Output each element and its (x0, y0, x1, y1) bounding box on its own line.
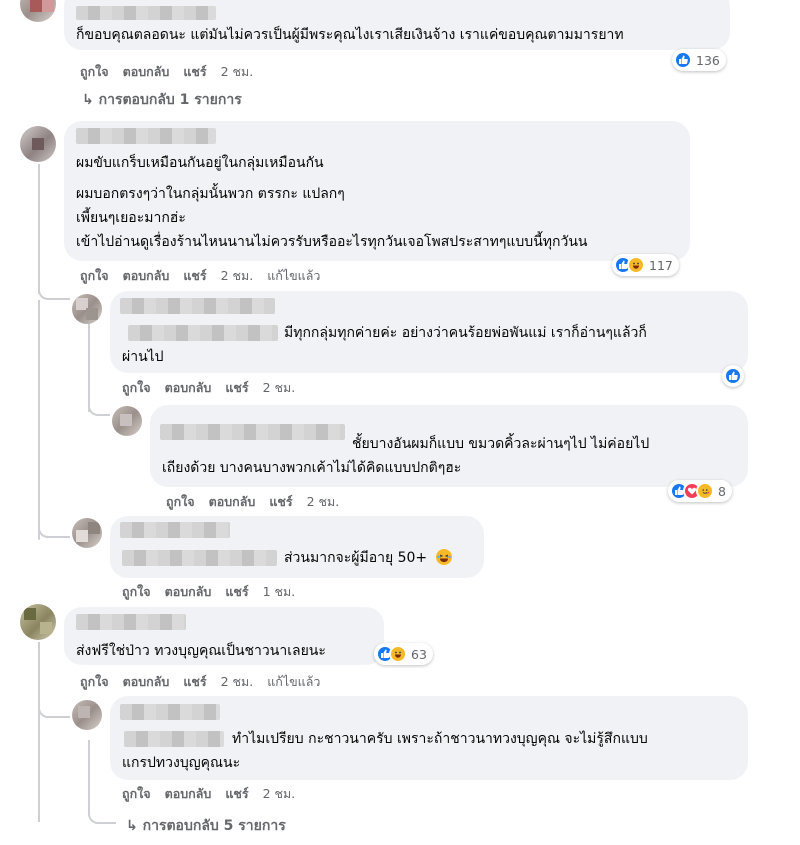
commenter-name-blurred[interactable] (160, 424, 345, 440)
reply-button[interactable]: ตอบกลับ (165, 784, 212, 804)
comment-text: ผมบอกตรงๆว่าในกลุ่มนั้นพวก ตรรกะ แปลกๆ (76, 186, 345, 202)
like-button[interactable]: ถูกใจ (122, 378, 151, 398)
timestamp[interactable]: 1 ชม. (263, 582, 296, 602)
commenter-name-blurred (128, 325, 278, 341)
view-replies-link[interactable]: ↳ การตอบกลับ 5 รายการ (126, 815, 286, 837)
timestamp[interactable]: 2 ชม. (221, 266, 254, 286)
comment-text: เข้าไปอ่านดูเรื่องร้านไหนนานไม่ควรรับหรื… (76, 234, 588, 250)
reply-button[interactable]: ตอบกลับ (165, 378, 212, 398)
comment-text: เถียงด้วย บางคนบางพวกเค้าไม่ได้คิดแบบปกต… (162, 460, 462, 476)
like-button[interactable]: ถูกใจ (80, 266, 109, 286)
avatar[interactable] (72, 518, 102, 548)
timestamp[interactable]: 2 ชม. (307, 492, 340, 512)
comment-text: ผ่านไป (122, 349, 164, 365)
commenter-name-blurred (122, 550, 277, 566)
timestamp[interactable]: 2 ชม. (221, 672, 254, 692)
thread-line (38, 642, 40, 822)
laughing-face-icon (627, 256, 645, 274)
timestamp[interactable]: 2 ชม. (221, 62, 254, 82)
share-button[interactable]: แชร์ (269, 492, 292, 512)
thread-connector (38, 520, 70, 538)
comment-actions: ถูกใจ ตอบกลับ แชร์ 2 ชม. (80, 62, 267, 82)
share-button[interactable]: แชร์ (225, 784, 248, 804)
comment-text: ชั้ยบางอันผมก็แบบ ขมวดคิ้วละผ่านๆไป ไม่ค… (352, 436, 650, 452)
thread-connector (38, 280, 70, 300)
thumbs-up-icon (724, 367, 742, 385)
avatar[interactable] (112, 406, 142, 436)
comment-text: มีทุกกลุ่มทุกค่ายค่ะ อย่างว่าคนร้อยพ่อพั… (284, 325, 647, 341)
comment-text: ทำไมเปรียบ กะชาวนาครับ เพราะถ้าชาวนาทวงบ… (232, 731, 648, 747)
laughing-face-icon (389, 645, 407, 663)
share-button[interactable]: แชร์ (225, 582, 248, 602)
reaction-count: 63 (411, 646, 427, 662)
view-replies-link[interactable]: ↳ การตอบกลับ 1 รายการ (82, 89, 242, 111)
like-button[interactable]: ถูกใจ (166, 492, 195, 512)
commenter-name-blurred[interactable] (120, 522, 230, 538)
like-button[interactable]: ถูกใจ (80, 672, 109, 692)
like-button[interactable]: ถูกใจ (122, 582, 151, 602)
reply-button[interactable]: ตอบกลับ (123, 62, 170, 82)
commenter-name-blurred[interactable] (76, 6, 216, 20)
comment-actions: ถูกใจ ตอบกลับ แชร์ 2 ชม. แก้ไขแล้ว (80, 266, 334, 286)
comment-text: ก็ขอบคุณตลอดนะ แต่มันไม่ควรเป็นผู้มีพระค… (76, 27, 624, 43)
thread-line (88, 322, 90, 412)
reply-arrow-icon: ↳ (126, 818, 138, 834)
laughing-face-icon (435, 549, 452, 565)
comment-text: ผมขับแกร็บเหมือนกันอยู่ในกลุ่มเหมือนกัน (76, 155, 324, 171)
commenter-name-blurred[interactable] (120, 704, 220, 720)
avatar[interactable] (72, 700, 102, 730)
thread-connector (88, 400, 110, 416)
edited-label: แก้ไขแล้ว (267, 674, 321, 689)
avatar[interactable] (20, 126, 56, 162)
reaction-count: 136 (696, 52, 720, 68)
commenter-name-blurred[interactable] (76, 614, 186, 630)
thread-connector (38, 700, 70, 718)
reaction-summary[interactable]: 8 (668, 480, 732, 502)
comment-text: ส่วนมากจะผู้มีอายุ 50+ (284, 547, 452, 569)
edited-label: แก้ไขแล้ว (267, 268, 321, 283)
comment-text: แกรปทวงบุญคุณนะ (122, 755, 241, 771)
commenter-name-blurred[interactable] (76, 128, 216, 144)
like-button[interactable]: ถูกใจ (80, 62, 109, 82)
timestamp[interactable]: 2 ชม. (263, 378, 296, 398)
comment-actions: ถูกใจ ตอบกลับ แชร์ 2 ชม. (122, 784, 309, 804)
comment-actions: ถูกใจ ตอบกลับ แชร์ 1 ชม. (122, 582, 309, 602)
thread-connector (88, 740, 116, 824)
reply-arrow-icon: ↳ (82, 92, 94, 108)
share-button[interactable]: แชร์ (225, 378, 248, 398)
reaction-summary[interactable]: 136 (672, 49, 726, 71)
share-button[interactable]: แชร์ (183, 672, 206, 692)
thread-connector (38, 300, 40, 540)
thumbs-up-icon (674, 51, 692, 69)
like-button[interactable]: ถูกใจ (122, 784, 151, 804)
avatar[interactable] (20, 604, 56, 640)
share-button[interactable]: แชร์ (183, 62, 206, 82)
timestamp[interactable]: 2 ชม. (263, 784, 296, 804)
comment-actions: ถูกใจ ตอบกลับ แชร์ 2 ชม. (122, 378, 309, 398)
reaction-summary[interactable]: 63 (374, 643, 433, 665)
avatar[interactable] (20, 0, 56, 22)
thread-line (38, 164, 40, 294)
reaction-count: 8 (718, 483, 726, 499)
commenter-name-blurred (124, 731, 224, 747)
reply-button[interactable]: ตอบกลับ (123, 266, 170, 286)
care-face-icon (696, 482, 714, 500)
comment-actions: ถูกใจ ตอบกลับ แชร์ 2 ชม. (166, 492, 353, 512)
comment-actions: ถูกใจ ตอบกลับ แชร์ 2 ชม. แก้ไขแล้ว (80, 672, 334, 692)
comment-text: ส่งฟรีใช่ป่าว ทวงบุญคุณเป็นชาวนาเลยนะ (76, 643, 326, 659)
reply-button[interactable]: ตอบกลับ (123, 672, 170, 692)
share-button[interactable]: แชร์ (183, 266, 206, 286)
commenter-name-blurred[interactable] (120, 298, 275, 314)
reply-button[interactable]: ตอบกลับ (165, 582, 212, 602)
reaction-summary[interactable]: 117 (612, 254, 679, 276)
comment-text: เพี้ยนๆเยอะมากฮ่ะ (76, 210, 186, 226)
reaction-summary[interactable] (722, 365, 744, 387)
reply-button[interactable]: ตอบกลับ (209, 492, 256, 512)
avatar[interactable] (72, 294, 102, 324)
reaction-count: 117 (649, 257, 673, 273)
